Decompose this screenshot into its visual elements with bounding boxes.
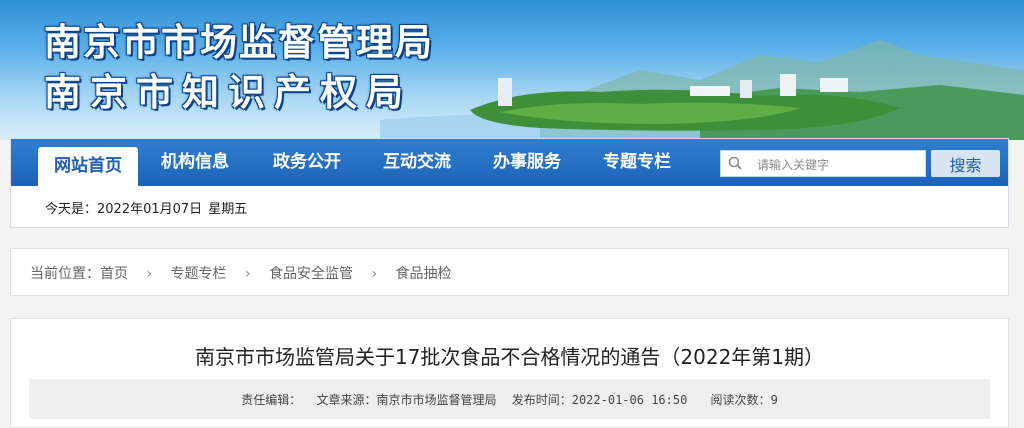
breadcrumb-food-sampling[interactable]: 食品抽检 — [396, 266, 452, 282]
nav-item-home[interactable]: 网站首页 — [38, 147, 138, 186]
date-prefix: 今天是： — [45, 202, 98, 217]
nav-item-organization[interactable]: 机构信息 — [149, 139, 241, 186]
nav-item-topics[interactable]: 专题专栏 — [591, 139, 683, 186]
chevron-right-icon: › — [371, 266, 378, 282]
weekday: 星期五 — [208, 202, 248, 217]
nav-item-services[interactable]: 办事服务 — [481, 139, 573, 186]
navigation-panel: 网站首页 机构信息 政务公开 互动交流 办事服务 专题专栏 搜索 今天是：202… — [10, 138, 1009, 228]
search-box — [720, 150, 926, 177]
breadcrumb-home[interactable]: 首页 — [100, 266, 128, 282]
nav-item-government-affairs[interactable]: 政务公开 — [261, 139, 353, 186]
chevron-right-icon: › — [146, 266, 153, 282]
search-icon — [728, 156, 742, 170]
breadcrumb-label: 当前位置： — [30, 266, 100, 282]
date-value: 2022年01月07日 — [97, 202, 203, 217]
editor-label: 责任编辑： — [241, 393, 302, 407]
published-label: 发布时间： — [511, 393, 572, 407]
breadcrumb-topics[interactable]: 专题专栏 — [171, 266, 227, 282]
source-label: 文章来源： — [316, 393, 377, 407]
site-title-primary: 南京市市场监督管理局 — [44, 20, 434, 64]
article-panel: 南京市市场监管局关于17批次食品不合格情况的通告（2022年第1期） 责任编辑：… — [10, 318, 1009, 428]
views-label: 阅读次数： — [710, 393, 771, 407]
chevron-right-icon: › — [244, 266, 251, 282]
breadcrumb: 当前位置：首页 › 专题专栏 › 食品安全监管 › 食品抽检 — [10, 248, 1009, 296]
main-nav: 网站首页 机构信息 政务公开 互动交流 办事服务 专题专栏 搜索 — [11, 139, 1008, 186]
nav-item-interaction[interactable]: 互动交流 — [371, 139, 463, 186]
header-banner: 南京市市场监督管理局 南京市知识产权局 — [0, 0, 1024, 140]
source-value: 南京市市场监督管理局 — [376, 393, 497, 407]
article-title: 南京市市场监管局关于17批次食品不合格情况的通告（2022年第1期） — [194, 345, 825, 369]
search-button[interactable]: 搜索 — [931, 150, 1000, 177]
views-value: 9 — [770, 393, 778, 407]
published-value: 2022-01-06 16:50 — [571, 393, 688, 407]
article-meta: 责任编辑： 文章来源：南京市市场监督管理局 发布时间：2022-01-06 16… — [29, 379, 990, 419]
site-title-secondary: 南京市知识产权局 — [44, 70, 412, 114]
breadcrumb-food-safety[interactable]: 食品安全监管 — [269, 266, 353, 282]
current-date: 今天是：2022年01月07日 星期五 — [45, 198, 253, 217]
search-input[interactable] — [755, 154, 924, 176]
